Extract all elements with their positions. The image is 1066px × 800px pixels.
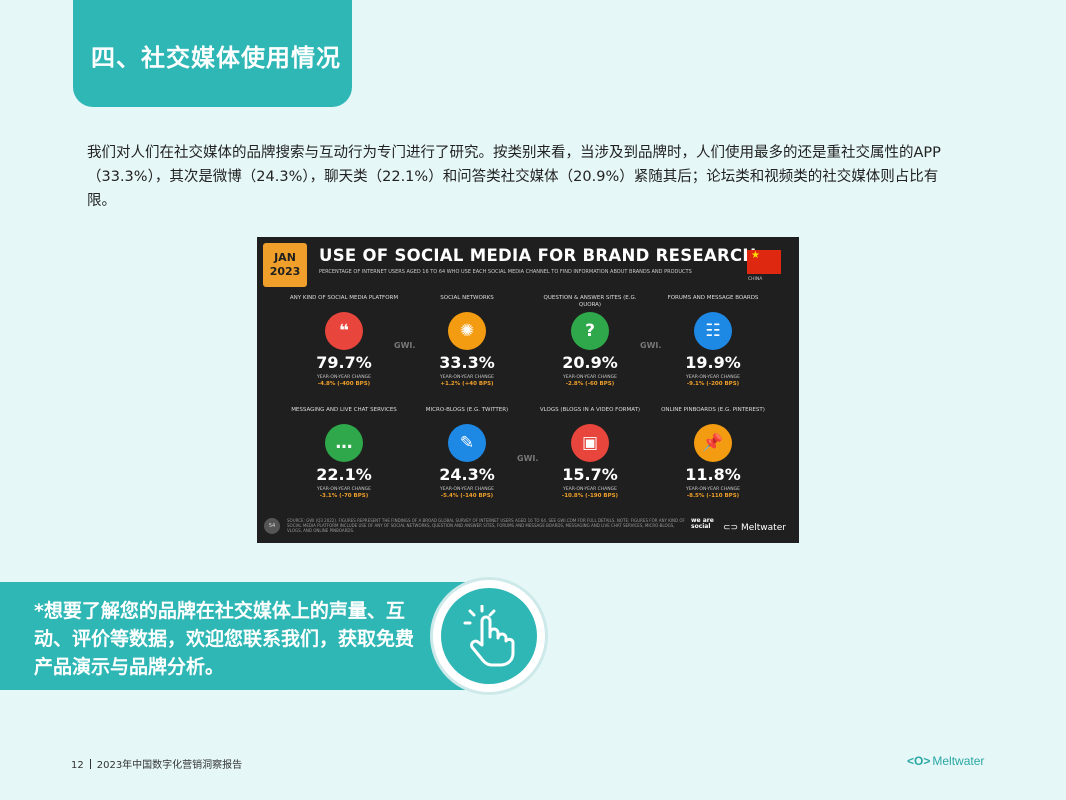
- we-are-social-logo: we are social: [691, 517, 714, 530]
- network-icon: ✺: [448, 312, 486, 350]
- video-icon: ▣: [571, 424, 609, 462]
- intro-paragraph: 我们对人们在社交媒体的品牌搜索与互动行为专门进行了研究。按类别来看，当涉及到品牌…: [87, 145, 941, 209]
- tile-value: 11.8%: [685, 465, 741, 484]
- stat-tile: VLOGS (BLOGS IN A VIDEO FORMAT) ▣ 15.7% YEA…: [535, 407, 645, 500]
- tile-value: 24.3%: [439, 465, 495, 484]
- messaging-icon: …: [325, 424, 363, 462]
- gwi-watermark: GWI.: [517, 454, 539, 463]
- badge-year: 2023: [269, 265, 301, 278]
- tile-label: ANY KIND OF SOCIAL MEDIA PLATFORM: [289, 295, 399, 301]
- meltwater-logo-small: ⊂⊃ Meltwater: [723, 523, 786, 533]
- tile-label: MICRO-BLOGS (E.G. TWITTER): [425, 407, 509, 413]
- meltwater-text: Meltwater: [740, 523, 786, 533]
- stat-tile: MICRO-BLOGS (E.G. TWITTER) ✎ 24.3% YEAR-ON-…: [412, 407, 522, 500]
- date-badge: JAN 2023: [263, 243, 307, 287]
- chat-bubble-icon: ❝: [325, 312, 363, 350]
- tile-value: 19.9%: [685, 353, 741, 372]
- tile-label: MESSAGING AND LIVE CHAT SERVICES: [291, 407, 397, 413]
- footer-logo: <O> Meltwater: [907, 754, 984, 768]
- badge-month: JAN: [274, 251, 296, 264]
- footer: 12 2023年中国数字化营销洞察报告: [71, 756, 242, 771]
- footer-divider: [89, 759, 91, 769]
- stat-tile: ANY KIND OF SOCIAL MEDIA PLATFORM ❝ 79.7% Y…: [289, 295, 399, 388]
- tile-change: -8.5% (-110 BPS): [686, 493, 740, 499]
- edit-icon: ✎: [448, 424, 486, 462]
- tile-change: -2.8% (-60 BPS): [565, 381, 615, 387]
- hand-pointer-icon: [463, 605, 515, 667]
- stat-tile: SOCIAL NETWORKS ✺ 33.3% YEAR-ON-YEAR CHANGE…: [412, 295, 522, 388]
- tile-value: 20.9%: [562, 353, 618, 372]
- meltwater-mark-icon: <O>: [907, 754, 931, 768]
- cta-text: *想要了解您的品牌在社交媒体上的声量、互动、评价等数据，欢迎您联系我们，获取免费…: [34, 600, 415, 678]
- china-flag-icon: ★: [747, 250, 781, 274]
- tile-value: 79.7%: [316, 353, 372, 372]
- infographic-title: USE OF SOCIAL MEDIA FOR BRAND RESEARCH: [319, 246, 757, 265]
- infographic-subtitle: PERCENTAGE OF INTERNET USERS AGED 16 TO …: [319, 269, 692, 275]
- tile-change: -10.8% (-190 BPS): [561, 493, 619, 499]
- tile-label: SOCIAL NETWORKS: [440, 295, 494, 301]
- stat-tile: ONLINE PINBOARDS (E.G. PINTEREST) 📌 11.8% Y…: [658, 407, 768, 500]
- stat-tile: FORUMS AND MESSAGE BOARDS ☷ 19.9% YEAR-ON-Y…: [658, 295, 768, 388]
- tile-value: 22.1%: [316, 465, 372, 484]
- footer-report-title: 2023年中国数字化营销洞察报告: [96, 760, 243, 771]
- question-icon: ?: [571, 312, 609, 350]
- source-note: SOURCE: GWI (Q3 2022). FIGURES REPRESENT…: [287, 518, 685, 533]
- title-tab: 四、社交媒体使用情况: [73, 0, 352, 107]
- tile-change: -4.8% (-400 BPS): [317, 381, 371, 387]
- footer-page-number: 12: [71, 760, 84, 771]
- page-title: 四、社交媒体使用情况: [91, 44, 341, 72]
- meltwater-mark-icon: ⊂⊃: [723, 523, 739, 533]
- footer-logo-text: Meltwater: [932, 754, 985, 768]
- cta-button[interactable]: [441, 588, 537, 684]
- tile-change: -5.4% (-140 BPS): [440, 493, 494, 499]
- stat-tile: MESSAGING AND LIVE CHAT SERVICES… 22.1% YE…: [289, 407, 399, 500]
- tile-change: +1.2% (+40 BPS): [440, 381, 494, 387]
- pin-icon: 📌: [694, 424, 732, 462]
- tile-label: ONLINE PINBOARDS (E.G. PINTEREST): [661, 407, 765, 413]
- gwi-watermark: GWI.: [394, 341, 416, 350]
- infographic-page-number: 54: [264, 518, 280, 534]
- forum-icon: ☷: [694, 312, 732, 350]
- tile-change: -9.1% (-200 BPS): [686, 381, 740, 387]
- tile-label: QUESTION & ANSWER SITES (E.G. QUORA): [543, 295, 637, 308]
- tile-label: FORUMS AND MESSAGE BOARDS: [667, 295, 759, 301]
- infographic: JAN 2023 USE OF SOCIAL MEDIA FOR BRAND R…: [257, 237, 799, 543]
- stat-tile: QUESTION & ANSWER SITES (E.G. QUORA)? 20.…: [535, 295, 645, 388]
- tile-label: VLOGS (BLOGS IN A VIDEO FORMAT): [539, 407, 641, 413]
- flag-label: CHINA: [748, 277, 763, 282]
- tile-value: 15.7%: [562, 465, 618, 484]
- gwi-watermark: GWI.: [640, 341, 662, 350]
- tile-value: 33.3%: [439, 353, 495, 372]
- tile-change: -3.1% (-70 BPS): [319, 493, 369, 499]
